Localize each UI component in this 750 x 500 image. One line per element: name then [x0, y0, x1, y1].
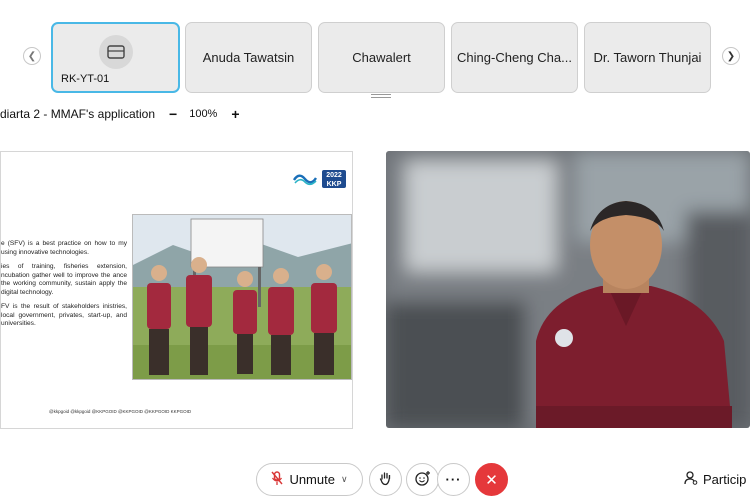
- slide-footer: @kkpgoid @kkpgoid @KKPGOID @KKPGOID @KKP…: [49, 409, 192, 414]
- more-options-button[interactable]: ···: [437, 463, 470, 496]
- slide-logos: 2022 KKP: [292, 170, 346, 188]
- ellipsis-icon: ···: [445, 472, 462, 487]
- chevron-right-icon: ❯: [726, 50, 736, 62]
- leave-meeting-button[interactable]: ✕: [475, 463, 508, 496]
- participant-name: Anuda Tawatsin: [202, 50, 295, 65]
- slide-photo: [132, 214, 352, 380]
- slide-paragraph: ies of training, fisheries extension, nc…: [1, 263, 127, 296]
- raise-hand-button[interactable]: [369, 463, 402, 496]
- slide-paragraph: FV is the result of stakeholders inistri…: [1, 303, 127, 327]
- group-photo-illustration: [133, 215, 351, 379]
- participant-name: Chawalert: [352, 50, 411, 65]
- hand-icon: [379, 471, 393, 489]
- share-toolbar: diarta 2 - MMAF's application − 100% +: [0, 106, 240, 122]
- participant-name: Dr. Taworn Thunjai: [593, 50, 702, 65]
- kkp-2022-badge: 2022 KKP: [322, 170, 346, 188]
- wave-logo-icon: [292, 174, 318, 186]
- participants-button[interactable]: Particip: [684, 471, 746, 488]
- participant-tile[interactable]: Dr. Taworn Thunjai: [584, 22, 711, 93]
- self-tile-name: RK-YT-01: [61, 73, 110, 85]
- participant-tile[interactable]: Anuda Tawatsin: [185, 22, 312, 93]
- participant-tile[interactable]: Ching-Cheng Cha...: [451, 22, 578, 93]
- camera-off-icon: [98, 34, 133, 69]
- participant-tile[interactable]: Chawalert: [318, 22, 445, 93]
- resize-handle[interactable]: [371, 94, 391, 98]
- unmute-label: Unmute: [289, 472, 335, 487]
- scroll-right-button[interactable]: ❯: [722, 47, 740, 65]
- person-icon: [684, 471, 698, 488]
- scroll-left-button[interactable]: ❮: [23, 47, 41, 65]
- zoom-in-button[interactable]: +: [231, 106, 239, 122]
- reactions-button[interactable]: [406, 463, 439, 496]
- unmute-button[interactable]: Unmute ∨: [256, 463, 363, 496]
- shared-content: 2022 KKP e (SFV) is a best practice on h…: [0, 151, 353, 429]
- chevron-left-icon: ❮: [27, 50, 37, 62]
- speaker-video: [386, 151, 750, 428]
- chevron-down-icon[interactable]: ∨: [341, 474, 348, 485]
- speaker-video-illustration: [386, 151, 750, 428]
- self-video-tile[interactable]: RK-YT-01: [51, 22, 180, 93]
- participant-name: Ching-Cheng Cha...: [457, 50, 572, 65]
- smiley-plus-icon: [414, 470, 431, 489]
- mic-muted-icon: [271, 470, 283, 489]
- slide-body-text: e (SFV) is a best practice on how to my …: [1, 240, 127, 335]
- participants-label: Particip: [703, 472, 747, 487]
- zoom-out-button[interactable]: −: [169, 106, 177, 122]
- zoom-level: 100%: [189, 108, 218, 120]
- meeting-controls: Unmute ∨ ··· ✕ Particip: [0, 463, 750, 497]
- close-icon: ✕: [485, 471, 498, 489]
- slide-paragraph: e (SFV) is a best practice on how to my …: [1, 240, 127, 256]
- share-title: diarta 2 - MMAF's application: [0, 107, 156, 121]
